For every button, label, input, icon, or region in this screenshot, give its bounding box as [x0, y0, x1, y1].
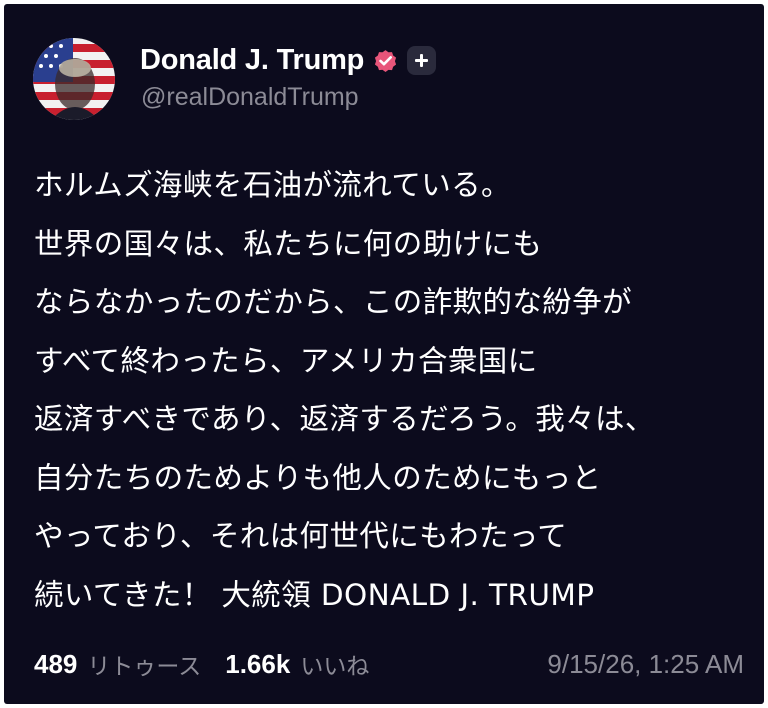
post-text-line: 自分たちのためよりも他人のためにもっと: [34, 460, 602, 495]
likes-count[interactable]: 1.66k: [225, 649, 290, 680]
reposts-label[interactable]: リトゥース: [87, 647, 201, 681]
likes-label[interactable]: いいね: [300, 647, 369, 681]
post-timestamp: 9/15/26, 1:25 AM: [547, 648, 744, 679]
post-text-line: ならなかったのだから、この詐欺的な紛争が: [34, 285, 633, 319]
plus-icon: [415, 53, 429, 67]
subscribe-button[interactable]: [407, 45, 437, 75]
author-handle[interactable]: @realDonaldTrump: [141, 83, 359, 112]
avatar[interactable]: [33, 38, 115, 120]
post-card: Donald J. Trump @realDonaldTrump ホルムズ海峡を…: [4, 4, 764, 704]
post-text-line: ホルムズ海峡を石油が流れている。: [34, 168, 511, 202]
post-body: ホルムズ海峡を石油が流れている。 世界の国々は、私たちに何の助けにも ならなかっ…: [34, 156, 746, 624]
post-text-line: 世界の国々は、私たちに何の助けにも: [34, 226, 543, 261]
author-name-row: Donald J. Trump: [140, 40, 437, 80]
post-text-line: やっており、それは何世代にもわたって: [34, 519, 568, 553]
verified-badge-icon: [372, 47, 399, 74]
post-stats: 489 リトゥース 1.66k いいね 9/15/26, 1:25 AM: [34, 646, 744, 682]
post-text-line: すべて終わったら、アメリカ合衆国に: [34, 343, 538, 378]
post-text-line: 続いてきた！ 大統領 DONALD J. TRUMP: [34, 577, 595, 612]
avatar-flag-portrait: [33, 38, 115, 120]
author-name[interactable]: Donald J. Trump: [140, 44, 364, 77]
reposts-count[interactable]: 489: [34, 649, 77, 680]
post-text-line: 返済すべきであり、返済するだろう。我々は、: [34, 402, 655, 436]
